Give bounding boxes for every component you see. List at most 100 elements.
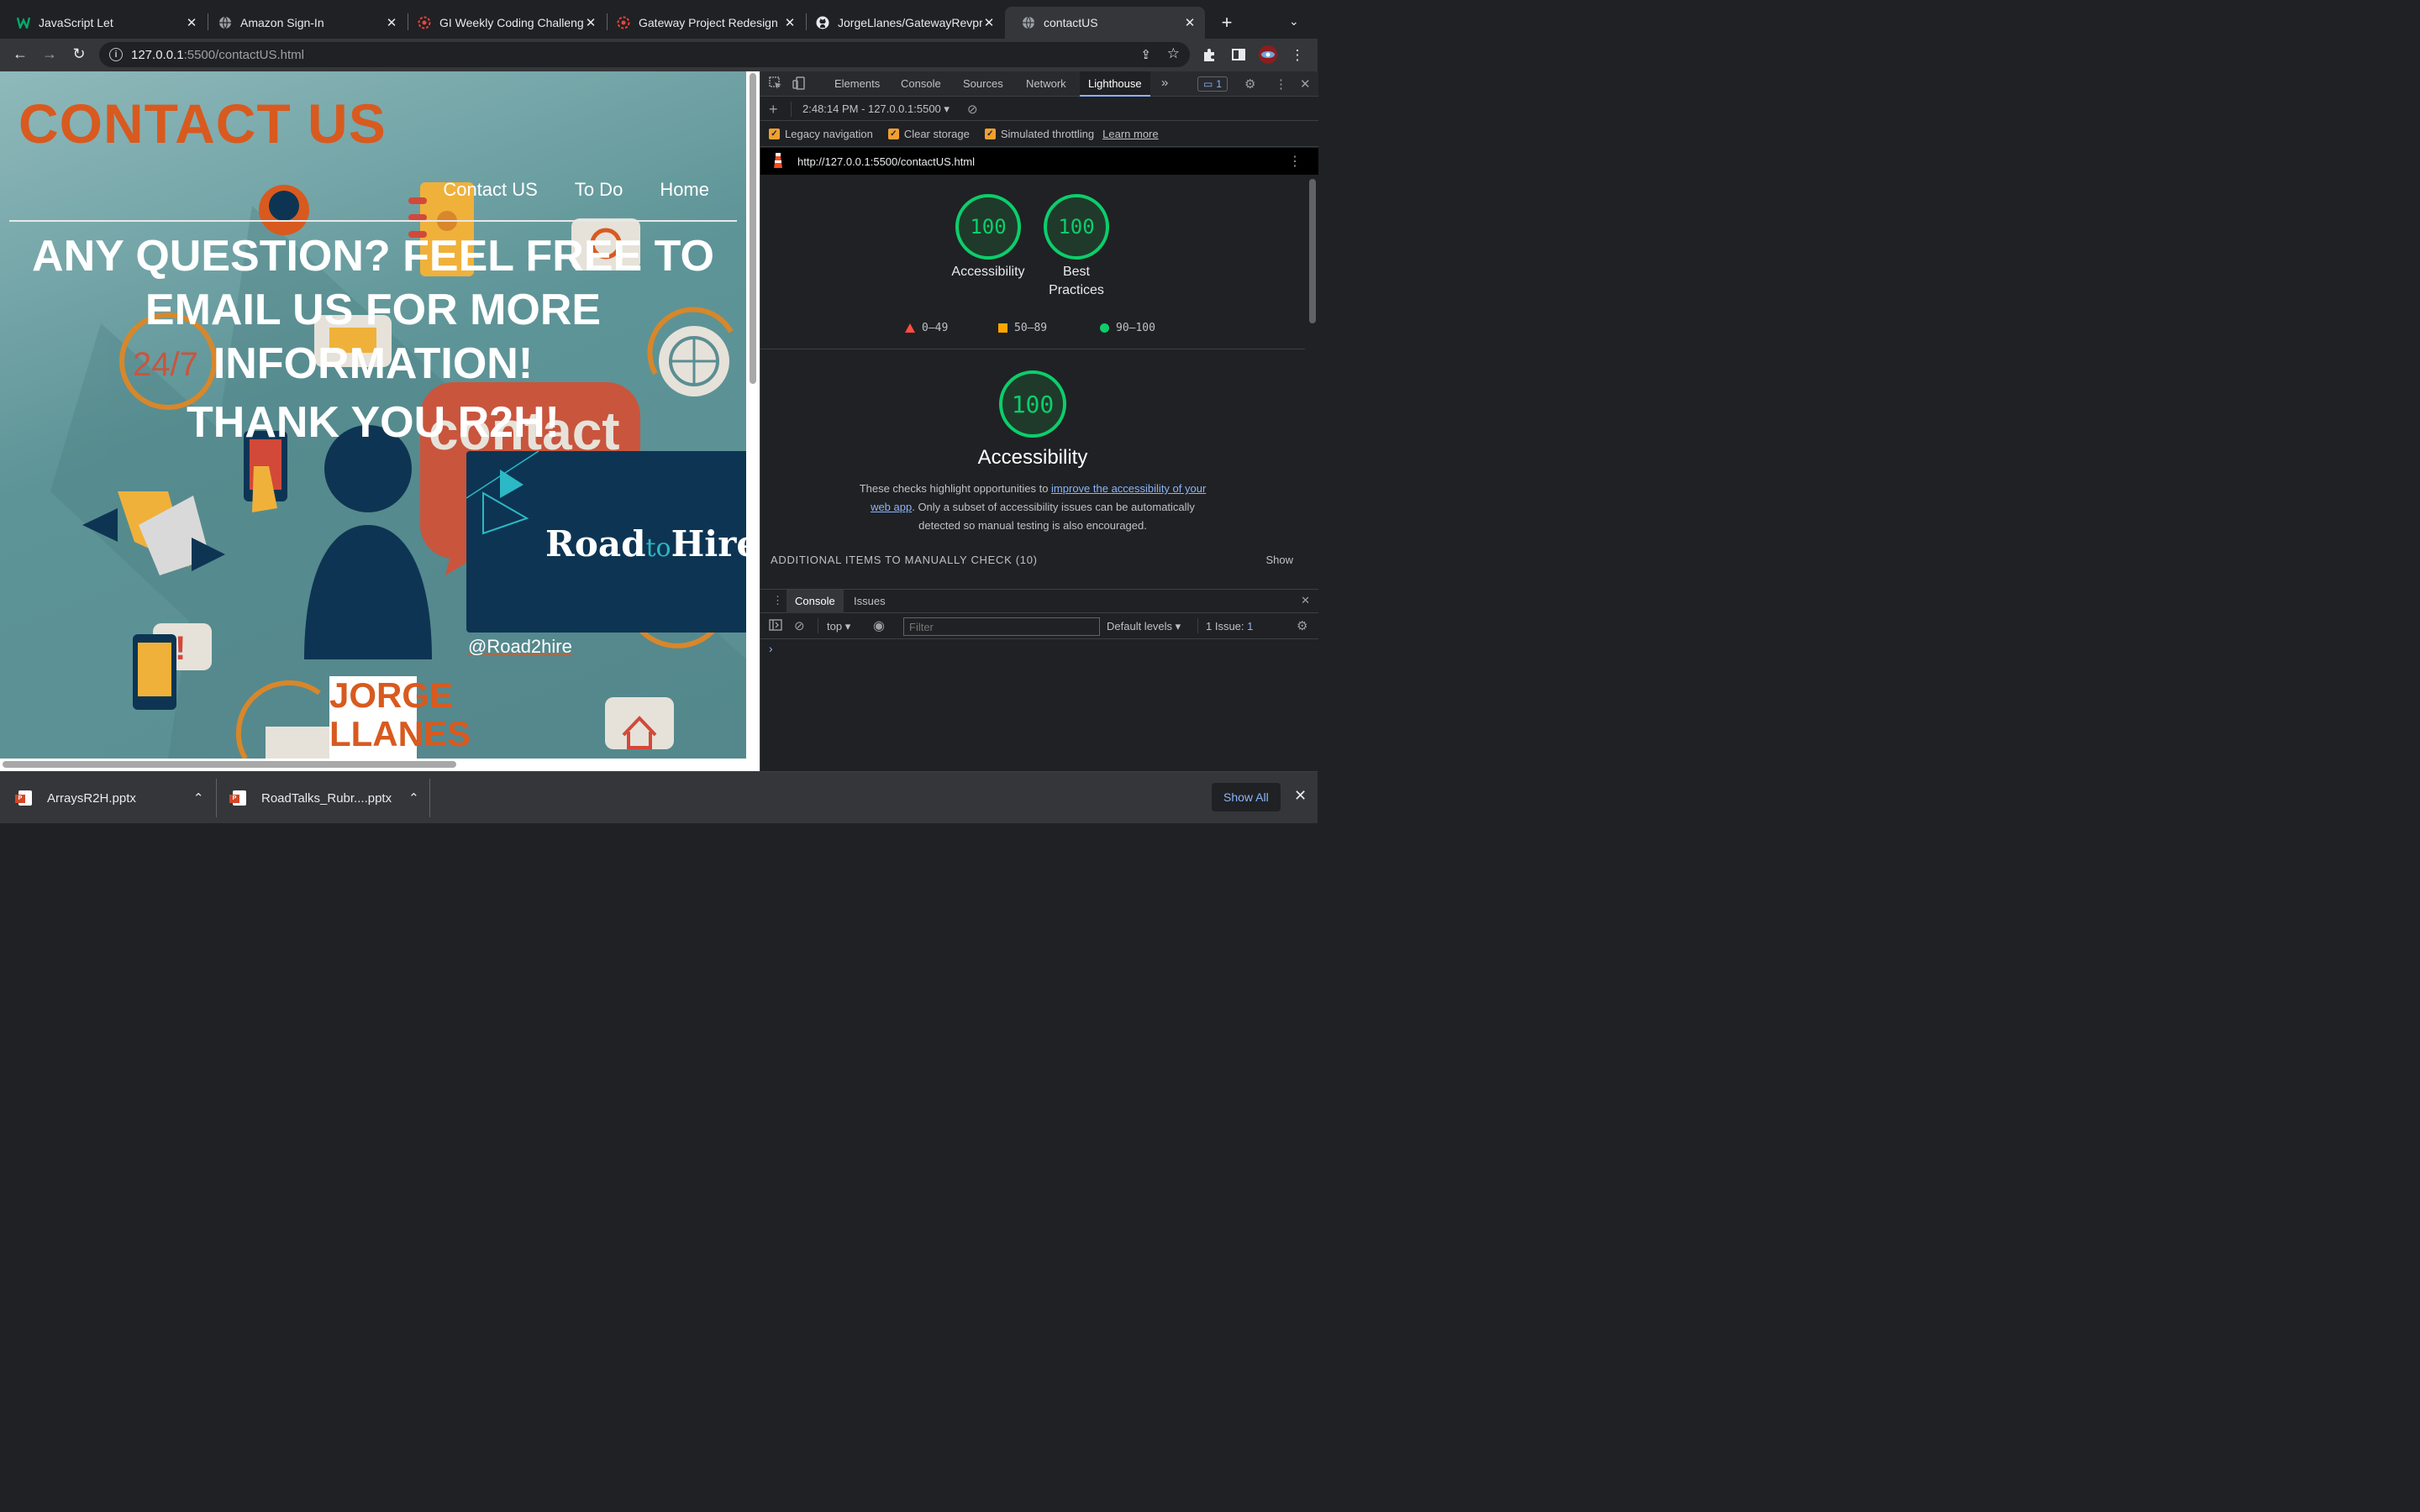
new-report-icon[interactable]: + [769, 101, 778, 118]
context-selector[interactable]: top ▾ [827, 620, 850, 633]
bookmark-star-icon[interactable]: ☆ [1167, 45, 1180, 62]
close-icon[interactable]: ✕ [783, 15, 797, 30]
nav-link-contact-us[interactable]: Contact US [443, 179, 538, 201]
issues-badge[interactable]: ▭ 1 [1197, 76, 1228, 92]
new-tab-button[interactable]: + [1217, 13, 1237, 33]
drawer-tab-issues[interactable]: Issues [854, 595, 886, 607]
address-bar[interactable]: i 127.0.0.1:5500/contactUS.html ⇪ ☆ [99, 42, 1190, 67]
console-filter-input[interactable] [903, 617, 1100, 636]
checkbox-checked-icon[interactable]: ✓ [769, 129, 780, 139]
checkbox-checked-icon[interactable]: ✓ [984, 129, 996, 139]
back-icon[interactable]: ← [10, 45, 30, 63]
url-text[interactable]: 127.0.0.1:5500/contactUS.html [131, 48, 304, 62]
contact-page: contact 24/7 ! CONTACT US Contact US To … [0, 71, 746, 759]
close-download-bar-icon[interactable]: ✕ [1294, 787, 1307, 805]
device-toolbar-icon[interactable] [792, 76, 806, 93]
forward-icon[interactable]: → [39, 45, 60, 63]
issues-counter[interactable]: 1 Issue: 1 [1206, 620, 1253, 633]
option-label: Clear storage [903, 128, 970, 140]
page-horizontal-scroll-thumb[interactable] [3, 761, 456, 768]
close-icon[interactable]: ✕ [584, 15, 597, 30]
menu-kebab-icon[interactable]: ⋮ [1288, 47, 1307, 64]
console-toolbar: ⊘ top ▾ ◉ Default levels ▾ 1 Issue: 1 ⚙ [760, 614, 1318, 639]
option-legacy-navigation[interactable]: ✓ Legacy navigation [769, 128, 873, 140]
chevron-up-icon[interactable]: ⌃ [408, 790, 419, 806]
show-toggle[interactable]: Show [1265, 554, 1293, 566]
clear-console-icon[interactable]: ⊘ [794, 618, 805, 633]
devtools-tab-elements[interactable]: Elements [834, 77, 880, 90]
clear-icon[interactable]: ⊘ [967, 102, 978, 117]
live-expression-eye-icon[interactable]: ◉ [873, 617, 885, 634]
report-selector[interactable]: 2:48:14 PM - 127.0.0.1:5500 ▾ [802, 102, 950, 116]
thanks-heading: THANK YOU R2H! [187, 398, 560, 447]
report-selector-label: 2:48:14 PM - 127.0.0.1:5500 [802, 102, 941, 115]
option-label: Legacy navigation [785, 128, 873, 140]
learn-more-link[interactable]: Learn more [1102, 128, 1158, 140]
tab-strip: JavaScript Let ✕ Amazon Sign-In ✕ GI Wee… [0, 0, 1318, 39]
download-item[interactable]: RoadTalks_Rubr....pptx ⌃ [229, 780, 419, 816]
share-icon[interactable]: ⇪ [1140, 47, 1151, 62]
road2hire-handle-link[interactable]: @Road2hire [468, 636, 572, 658]
globe-icon [218, 16, 232, 29]
close-icon[interactable]: ✕ [385, 15, 398, 30]
checkbox-checked-icon[interactable]: ✓ [887, 129, 899, 139]
show-all-downloads-button[interactable]: Show All [1212, 783, 1281, 811]
more-tabs-icon[interactable]: » [1161, 76, 1168, 90]
option-simulated-throttling[interactable]: ✓ Simulated throttling [984, 128, 1095, 140]
tab-contactus[interactable]: contactUS ✕ [1005, 7, 1205, 39]
report-menu-icon[interactable]: ⋮ [1288, 153, 1302, 170]
tab-github-repo[interactable]: JorgeLlanes/GatewayRevpr ✕ [799, 7, 1004, 39]
close-icon[interactable]: ✕ [982, 15, 996, 30]
drawer-tab-console[interactable]: Console [786, 590, 844, 613]
log-levels-dropdown[interactable]: Default levels ▾ [1107, 620, 1181, 633]
tab-javascript-let[interactable]: JavaScript Let ✕ [0, 7, 207, 39]
w3schools-favicon [17, 16, 30, 29]
extensions-puzzle-icon[interactable] [1200, 47, 1218, 66]
tab-amazon-sign-in[interactable]: Amazon Sign-In ✕ [202, 7, 407, 39]
devtools-tab-sources[interactable]: Sources [963, 77, 1003, 90]
settings-gear-icon[interactable]: ⚙ [1244, 76, 1255, 92]
option-clear-storage[interactable]: ✓ Clear storage [887, 128, 970, 140]
site-info-icon[interactable]: i [109, 48, 123, 61]
close-devtools-icon[interactable]: ✕ [1300, 76, 1311, 92]
manual-check-row[interactable]: ADDITIONAL ITEMS TO MANUALLY CHECK (10) … [771, 554, 1293, 566]
author-name: JORGE LLANES [329, 676, 471, 753]
download-item[interactable]: ArraysR2H.pptx ⌃ [15, 780, 204, 816]
devtools-tab-console[interactable]: Console [901, 77, 941, 90]
legend-label: 50–89 [1014, 322, 1048, 334]
devtools-tab-lighthouse[interactable]: Lighthouse [1080, 71, 1150, 97]
drawer-menu-icon[interactable]: ⋮ [772, 594, 783, 607]
side-panel-icon[interactable] [1229, 47, 1248, 66]
nav-link-to-do[interactable]: To Do [575, 179, 623, 201]
close-icon[interactable]: ✕ [1183, 15, 1197, 30]
chevron-up-icon[interactable]: ⌃ [193, 790, 204, 806]
road-to-hire-card[interactable]: RoadtoHire [466, 451, 746, 633]
report-url[interactable]: http://127.0.0.1:5500/contactUS.html [797, 155, 975, 168]
tab-gateway-project[interactable]: Gateway Project Redesign ✕ [600, 7, 805, 39]
issues-badge-count: 1 [1216, 78, 1223, 90]
console-prompt[interactable]: › [769, 642, 773, 655]
best-practices-score-gauge[interactable]: 100 [1044, 194, 1109, 260]
console-sidebar-icon[interactable] [769, 619, 782, 633]
nav-link-home[interactable]: Home [660, 179, 709, 201]
gauge-label: Accessibility [951, 265, 1025, 279]
logo-to: to [645, 533, 671, 563]
tab-gi-weekly[interactable]: GI Weekly Coding Challeng ✕ [401, 7, 606, 39]
pass-circle-icon [1100, 323, 1109, 333]
devtools-tab-network[interactable]: Network [1026, 77, 1066, 90]
report-scroll-thumb[interactable] [1309, 179, 1316, 323]
page-vertical-scroll-thumb[interactable] [750, 73, 756, 384]
reload-icon[interactable]: ↻ [69, 45, 89, 63]
toolbar-separator [1197, 618, 1198, 633]
devtools-menu-icon[interactable]: ⋮ [1275, 76, 1287, 92]
close-drawer-icon[interactable]: ✕ [1301, 594, 1310, 607]
accessibility-section-title: Accessibility [977, 446, 1088, 469]
avatar[interactable] [1259, 45, 1277, 68]
option-label: Simulated throttling [1000, 128, 1095, 140]
accessibility-score-gauge[interactable]: 100 [955, 194, 1021, 260]
tab-search-icon[interactable]: ⌄ [1289, 14, 1299, 29]
close-icon[interactable]: ✕ [185, 15, 198, 30]
inspect-element-icon[interactable] [769, 76, 782, 93]
console-settings-gear-icon[interactable]: ⚙ [1297, 618, 1307, 633]
log-levels-label: Default levels [1107, 620, 1173, 633]
